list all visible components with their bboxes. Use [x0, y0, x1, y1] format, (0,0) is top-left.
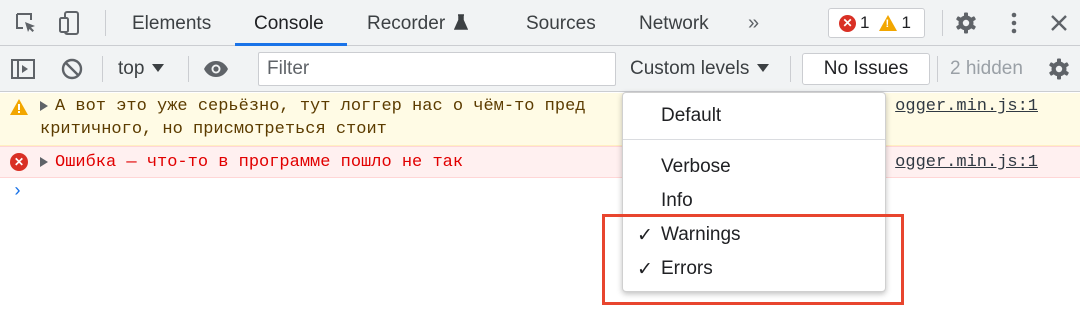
- menu-item-verbose[interactable]: Verbose: [623, 150, 885, 184]
- console-message-error[interactable]: ✕ Ошибка — что-то в программе пошло не т…: [0, 146, 1080, 178]
- context-selector[interactable]: top: [118, 46, 165, 92]
- tab-bar-divider: [942, 10, 943, 36]
- tab-network[interactable]: Network: [639, 0, 709, 46]
- tab-recorder[interactable]: Recorder: [367, 0, 469, 46]
- chevron-down-icon: [757, 64, 770, 72]
- log-levels-label: Custom levels: [630, 58, 750, 79]
- flask-icon: [454, 14, 469, 30]
- toolbar-divider: [188, 56, 189, 82]
- close-icon[interactable]: [1045, 9, 1073, 37]
- warning-icon: [10, 99, 28, 115]
- console-message-warning[interactable]: А вот это уже серьёзно, тут логгер нас о…: [0, 93, 1080, 146]
- tab-recorder-label: Recorder: [367, 13, 446, 34]
- clear-console-icon[interactable]: [58, 55, 86, 83]
- highlight-annotation-box: [602, 214, 904, 305]
- error-icon: ✕: [839, 14, 856, 32]
- error-message-text: Ошибка — что-то в программе пошло не так: [55, 153, 464, 172]
- warning-count: 1: [901, 13, 911, 32]
- console-toolbar: top Custom levels No Issues 2 hidden: [0, 46, 1080, 92]
- menu-item-label: Verbose: [661, 156, 731, 177]
- device-toolbar-icon[interactable]: [56, 9, 84, 37]
- menu-item-default[interactable]: Default: [623, 99, 885, 133]
- more-options-icon[interactable]: [1000, 9, 1028, 37]
- hidden-messages-count: 2 hidden: [950, 58, 1023, 79]
- devtools-tab-bar: Elements Console Recorder Sources Networ…: [0, 0, 1080, 46]
- message-source-link[interactable]: ogger.min.js:1: [895, 96, 1038, 118]
- message-source-link[interactable]: ogger.min.js:1: [895, 152, 1038, 174]
- toolbar-divider: [102, 56, 103, 82]
- console-prompt[interactable]: ›: [12, 182, 23, 202]
- error-count: 1: [860, 13, 870, 32]
- log-levels-dropdown[interactable]: Custom levels: [630, 46, 770, 92]
- warning-message-text: А вот это уже серьёзно, тут логгер нас о…: [55, 97, 586, 116]
- menu-item-label: Default: [661, 105, 722, 126]
- show-sidebar-icon[interactable]: [9, 55, 37, 83]
- live-expression-eye-icon[interactable]: [202, 55, 230, 83]
- menu-separator: [623, 139, 885, 140]
- error-icon: ✕: [10, 153, 28, 171]
- tab-sources[interactable]: Sources: [526, 0, 596, 46]
- tab-elements[interactable]: Elements: [132, 0, 211, 46]
- console-settings-gear-icon[interactable]: [1045, 55, 1073, 83]
- toolbar-divider: [790, 56, 791, 82]
- warning-icon: !: [879, 15, 898, 31]
- menu-item-label: Info: [661, 190, 693, 211]
- menu-item-info[interactable]: Info: [623, 184, 885, 218]
- issues-button[interactable]: No Issues: [802, 53, 930, 85]
- warning-message-text-continued: критичного, но присмотреться стоит: [40, 120, 387, 139]
- filter-input[interactable]: [258, 52, 616, 86]
- settings-gear-icon[interactable]: [952, 9, 980, 37]
- toolbar-divider: [937, 56, 938, 82]
- tab-console[interactable]: Console: [254, 0, 324, 46]
- issues-counter[interactable]: ✕ 1 ! 1: [828, 8, 925, 38]
- inspect-element-icon[interactable]: [12, 9, 40, 37]
- chevron-down-icon: [152, 64, 165, 72]
- more-tabs-button[interactable]: »: [748, 0, 759, 46]
- expand-triangle-icon[interactable]: [40, 157, 48, 167]
- context-selector-value: top: [118, 58, 145, 79]
- expand-triangle-icon[interactable]: [40, 101, 48, 111]
- tab-bar-divider: [105, 10, 106, 36]
